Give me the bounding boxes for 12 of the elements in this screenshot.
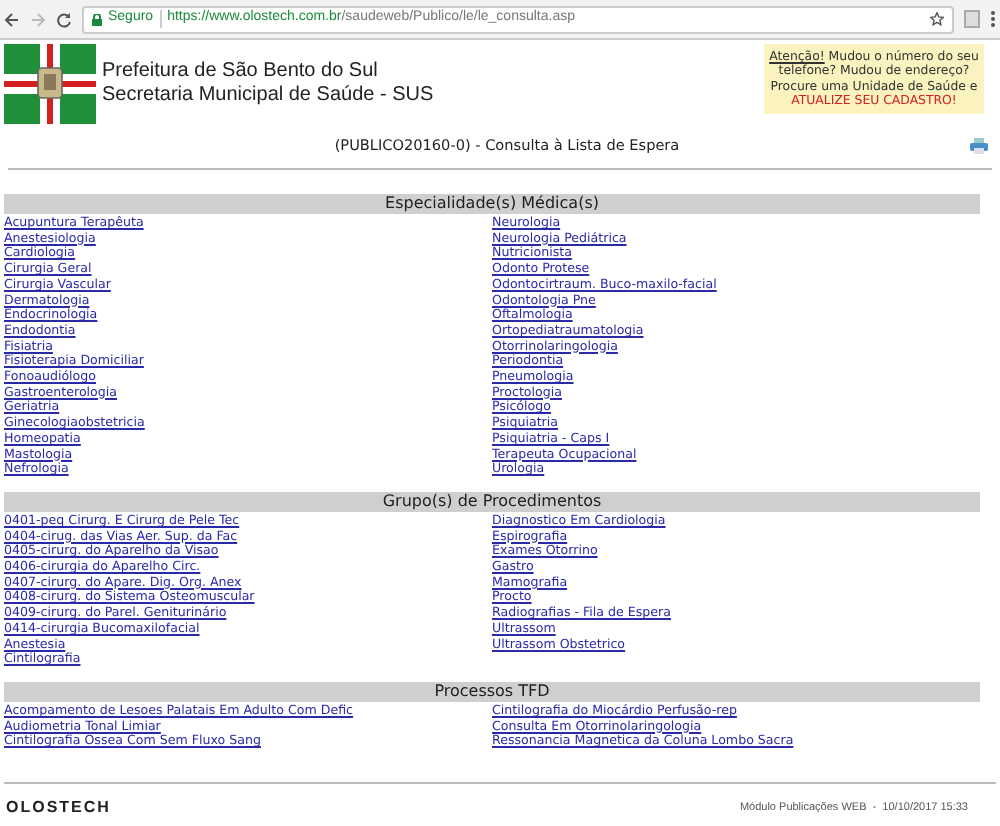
footer-logo: OLOSTECH: [6, 796, 111, 820]
back-icon[interactable]: [4, 11, 20, 27]
section-header: Processos TFD: [4, 681, 980, 702]
star-icon[interactable]: [930, 12, 944, 26]
header-title: Prefeitura de São Bento do Sul: [102, 60, 380, 84]
reload-icon[interactable]: [56, 11, 72, 27]
menu-icon[interactable]: [990, 10, 996, 28]
section-header: Grupo(s) de Procedimentos: [4, 491, 980, 512]
header-title: Secretaria Municipal de Saúde - SUS: [102, 84, 434, 108]
printer-icon[interactable]: [970, 138, 988, 154]
lock-icon: [92, 13, 102, 25]
section-header: Especialidade(s) Médica(s): [4, 194, 980, 214]
